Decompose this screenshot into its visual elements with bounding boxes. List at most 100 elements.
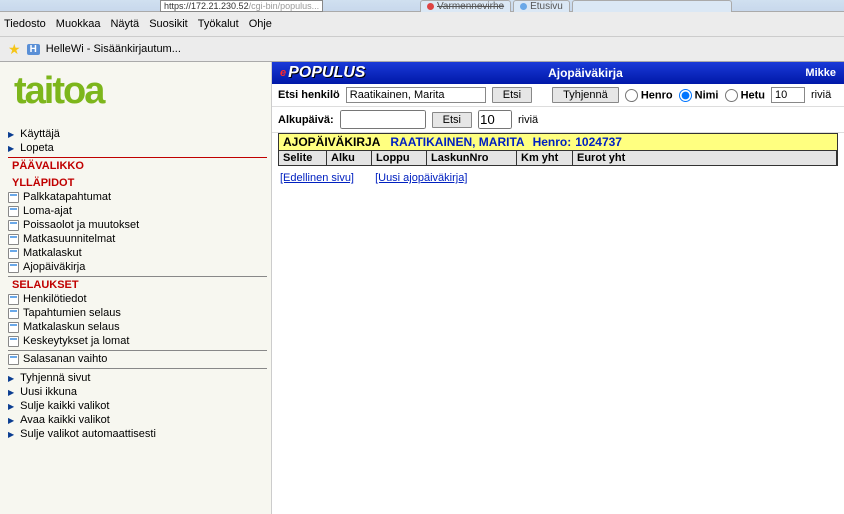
sidebar-item-kayttaja[interactable]: ▶Käyttäjä bbox=[8, 127, 267, 141]
col-laskun: LaskunNro bbox=[427, 151, 517, 165]
col-km: Km yht bbox=[517, 151, 573, 165]
h-icon: H bbox=[27, 44, 40, 55]
section-paavalikko[interactable]: PÄÄVALIKKO bbox=[8, 157, 267, 173]
record-henro-label: Henro: bbox=[533, 135, 572, 149]
col-loppu: Loppu bbox=[372, 151, 427, 165]
bullet-icon: ▶ bbox=[8, 430, 14, 439]
sidebar-item-loma-ajat[interactable]: Loma-ajat bbox=[8, 204, 267, 218]
sidebar-item-palkkatapahtumat[interactable]: Palkkatapahtumat bbox=[8, 190, 267, 204]
menu-ohje[interactable]: Ohje bbox=[249, 18, 272, 30]
app-header: e POPULUS Ajopäiväkirja Mikke bbox=[272, 62, 844, 84]
search-input[interactable] bbox=[346, 87, 486, 103]
sidebar-item-avaa-valikot[interactable]: ▶Avaa kaikki valikot bbox=[8, 413, 267, 427]
record-title: AJOPÄIVÄKIRJA bbox=[283, 135, 380, 149]
bullet-icon: ▶ bbox=[8, 388, 14, 397]
radio-hetu[interactable] bbox=[725, 89, 738, 102]
rows-input[interactable] bbox=[771, 87, 805, 103]
browser-tab-3[interactable] bbox=[572, 0, 732, 12]
doc-icon bbox=[8, 220, 19, 231]
brand-name: POPULUS bbox=[288, 64, 365, 82]
menu-muokkaa[interactable]: Muokkaa bbox=[56, 18, 101, 30]
logo: taitoa bbox=[14, 70, 267, 113]
page-icon bbox=[520, 3, 527, 10]
sidebar-item-matkalaskun[interactable]: Matkalaskun selaus bbox=[8, 320, 267, 334]
browser-tab-2[interactable]: Etusivu bbox=[513, 0, 570, 12]
sidebar-item-sulje-valikot[interactable]: ▶Sulje kaikki valikot bbox=[8, 399, 267, 413]
bullet-icon: ▶ bbox=[8, 144, 14, 153]
doc-icon bbox=[8, 322, 19, 333]
search-row: Etsi henkilö Etsi Tyhjennä Henro Nimi He… bbox=[272, 84, 844, 107]
star-icon[interactable]: ★ bbox=[8, 41, 21, 58]
page-title: Ajopäiväkirja bbox=[365, 66, 805, 80]
sidebar-item-tapahtumien[interactable]: Tapahtumien selaus bbox=[8, 306, 267, 320]
radio-henro-label[interactable]: Henro bbox=[625, 89, 673, 102]
menu-suosikit[interactable]: Suosikit bbox=[149, 18, 188, 30]
date-label: Alkupäivä: bbox=[278, 114, 334, 126]
clear-button[interactable]: Tyhjennä bbox=[552, 87, 619, 103]
sidebar-item-henkilotiedot[interactable]: Henkilötiedot bbox=[8, 292, 267, 306]
sidebar-item-salasana[interactable]: Salasanan vaihto bbox=[8, 350, 267, 366]
radio-hetu-label[interactable]: Hetu bbox=[725, 89, 766, 102]
sidebar-item-poissaolot[interactable]: Poissaolot ja muutokset bbox=[8, 218, 267, 232]
doc-icon bbox=[8, 336, 19, 347]
doc-icon bbox=[8, 206, 19, 217]
doc-icon bbox=[8, 192, 19, 203]
bullet-icon: ▶ bbox=[8, 402, 14, 411]
record-henro-value: 1024737 bbox=[575, 135, 622, 149]
date-search-button[interactable]: Etsi bbox=[432, 112, 472, 128]
col-selite: Selite bbox=[279, 151, 327, 165]
content-area: e POPULUS Ajopäiväkirja Mikke Etsi henki… bbox=[272, 62, 844, 514]
sidebar-item-tyhjenna[interactable]: ▶Tyhjennä sivut bbox=[8, 371, 267, 385]
user-name: Mikke bbox=[805, 67, 836, 79]
date-row: Alkupäivä: Etsi riviä bbox=[272, 107, 844, 133]
sidebar-item-matkalaskut[interactable]: Matkalaskut bbox=[8, 246, 267, 260]
browser-menu-bar: Tiedosto Muokkaa Näytä Suosikit Työkalut… bbox=[0, 12, 844, 37]
bullet-icon: ▶ bbox=[8, 416, 14, 425]
warning-icon bbox=[427, 3, 434, 10]
sidebar-item-sulje-auto[interactable]: ▶Sulje valikot automaattisesti bbox=[8, 427, 267, 441]
search-button[interactable]: Etsi bbox=[492, 87, 532, 103]
data-box: AJOPÄIVÄKIRJA RAATIKAINEN, MARITA Henro:… bbox=[278, 133, 838, 166]
doc-icon bbox=[8, 294, 19, 305]
data-headers: Selite Alku Loppu LaskunNro Km yht Eurot… bbox=[279, 151, 837, 165]
favorite-link[interactable]: HelleWi - Sisäänkirjautum... bbox=[46, 43, 181, 55]
sidebar-item-ajopaivakirja[interactable]: Ajopäiväkirja bbox=[8, 260, 267, 274]
record-title-row: AJOPÄIVÄKIRJA RAATIKAINEN, MARITA Henro:… bbox=[279, 134, 837, 151]
sidebar-item-lopeta[interactable]: ▶Lopeta bbox=[8, 141, 267, 155]
radio-henro[interactable] bbox=[625, 89, 638, 102]
doc-icon bbox=[8, 234, 19, 245]
browser-tabs: Varmennevirhe Etusivu bbox=[420, 0, 732, 12]
menu-tyokalut[interactable]: Työkalut bbox=[198, 18, 239, 30]
col-alku: Alku bbox=[327, 151, 372, 165]
sidebar-item-keskeytykset[interactable]: Keskeytykset ja lomat bbox=[8, 334, 267, 348]
sidebar-item-matkasuunnitelmat[interactable]: Matkasuunnitelmat bbox=[8, 232, 267, 246]
bullet-icon: ▶ bbox=[8, 374, 14, 383]
radio-nimi[interactable] bbox=[679, 89, 692, 102]
search-label: Etsi henkilö bbox=[278, 89, 340, 101]
sidebar-item-uusi-ikkuna[interactable]: ▶Uusi ikkuna bbox=[8, 385, 267, 399]
date-rows-input[interactable] bbox=[478, 110, 512, 129]
url-bar[interactable]: https://172.21.230.52/cgi-bin/populus... bbox=[160, 0, 323, 12]
doc-icon bbox=[8, 354, 19, 365]
menu-tiedosto[interactable]: Tiedosto bbox=[4, 18, 46, 30]
section-yllapidot[interactable]: YLLÄPIDOT bbox=[8, 175, 267, 190]
doc-icon bbox=[8, 262, 19, 273]
doc-icon bbox=[8, 248, 19, 259]
prev-page-link[interactable]: [Edellinen sivu] bbox=[280, 172, 354, 184]
col-eurot: Eurot yht bbox=[573, 151, 837, 165]
browser-tab-1[interactable]: Varmennevirhe bbox=[420, 0, 511, 12]
section-selaukset[interactable]: SELAUKSET bbox=[8, 276, 267, 292]
browser-top-bar: https://172.21.230.52/cgi-bin/populus...… bbox=[0, 0, 844, 12]
bullet-icon: ▶ bbox=[8, 130, 14, 139]
menu-nayta[interactable]: Näytä bbox=[110, 18, 139, 30]
date-input[interactable] bbox=[340, 110, 426, 129]
radio-nimi-label[interactable]: Nimi bbox=[679, 89, 719, 102]
paging-links: [Edellinen sivu] [Uusi ajopäiväkirja] bbox=[272, 166, 844, 190]
new-entry-link[interactable]: [Uusi ajopäiväkirja] bbox=[375, 172, 467, 184]
favorites-bar: ★ H HelleWi - Sisäänkirjautum... bbox=[0, 37, 844, 62]
brand-e: e bbox=[280, 67, 286, 79]
record-person: RAATIKAINEN, MARITA bbox=[390, 135, 524, 149]
doc-icon bbox=[8, 308, 19, 319]
sidebar: taitoa ▶Käyttäjä ▶Lopeta PÄÄVALIKKO YLLÄ… bbox=[0, 62, 272, 514]
date-rows-label: riviä bbox=[518, 114, 538, 126]
